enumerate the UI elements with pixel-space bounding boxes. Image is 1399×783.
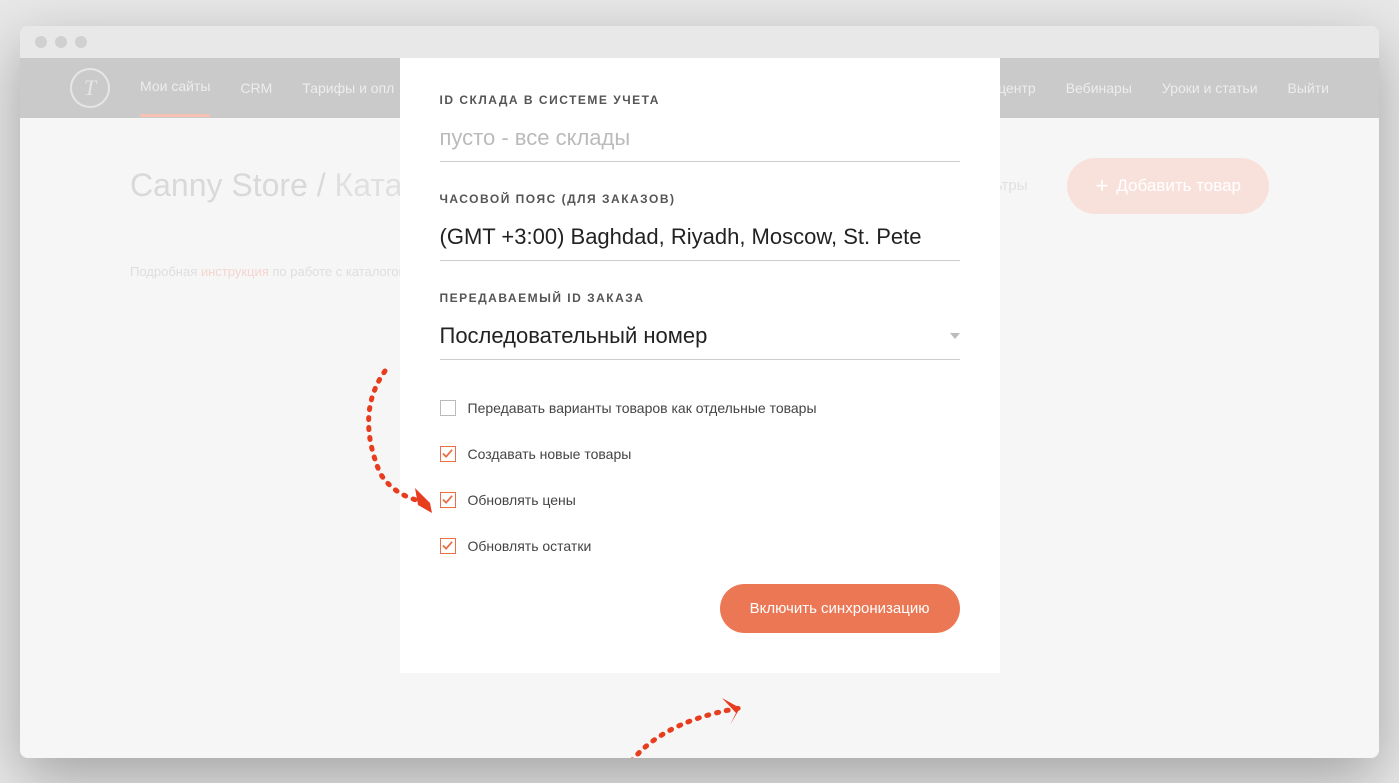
checkbox-variants[interactable]: Передавать варианты товаров как отдельны…	[440, 400, 960, 416]
checkbox-stocks[interactable]: Обновлять остатки	[440, 538, 960, 554]
checkbox-variants-label: Передавать варианты товаров как отдельны…	[468, 400, 817, 416]
warehouse-label: ID СКЛАДА В СИСТЕМЕ УЧЕТА	[440, 93, 960, 107]
app-content: T Мои сайты CRM Тарифы и опл й центр Веб…	[20, 58, 1379, 758]
modal-footer: Включить синхронизацию	[440, 584, 960, 633]
enable-sync-button[interactable]: Включить синхронизацию	[720, 584, 960, 633]
checkbox-stocks-label: Обновлять остатки	[468, 538, 592, 554]
warehouse-field-group: ID СКЛАДА В СИСТЕМЕ УЧЕТА	[440, 93, 960, 162]
traffic-minimize-icon[interactable]	[55, 36, 67, 48]
checkbox-create[interactable]: Создавать новые товары	[440, 446, 960, 462]
checkbox-icon	[440, 538, 456, 554]
traffic-maximize-icon[interactable]	[75, 36, 87, 48]
timezone-value: (GMT +3:00) Baghdad, Riyadh, Moscow, St.…	[440, 224, 922, 250]
traffic-close-icon[interactable]	[35, 36, 47, 48]
checkbox-create-label: Создавать новые товары	[468, 446, 632, 462]
checkbox-prices[interactable]: Обновлять цены	[440, 492, 960, 508]
orderid-label: ПЕРЕДАВАЕМЫЙ ID ЗАКАЗА	[440, 291, 960, 305]
sync-settings-modal: ID СКЛАДА В СИСТЕМЕ УЧЕТА ЧАСОВОЙ ПОЯС (…	[400, 58, 1000, 673]
browser-chrome	[20, 26, 1379, 58]
browser-window: T Мои сайты CRM Тарифы и опл й центр Веб…	[20, 26, 1379, 758]
orderid-value: Последовательный номер	[440, 323, 708, 349]
checkbox-icon	[440, 446, 456, 462]
timezone-select[interactable]: (GMT +3:00) Baghdad, Riyadh, Moscow, St.…	[440, 218, 960, 261]
warehouse-input[interactable]	[440, 119, 960, 162]
checkbox-icon	[440, 492, 456, 508]
checkbox-icon	[440, 400, 456, 416]
timezone-field-group: ЧАСОВОЙ ПОЯС (ДЛЯ ЗАКАЗОВ) (GMT +3:00) B…	[440, 192, 960, 261]
chevron-down-icon	[950, 333, 960, 339]
checkbox-prices-label: Обновлять цены	[468, 492, 576, 508]
orderid-select[interactable]: Последовательный номер	[440, 317, 960, 360]
timezone-label: ЧАСОВОЙ ПОЯС (ДЛЯ ЗАКАЗОВ)	[440, 192, 960, 206]
orderid-field-group: ПЕРЕДАВАЕМЫЙ ID ЗАКАЗА Последовательный …	[440, 291, 960, 360]
